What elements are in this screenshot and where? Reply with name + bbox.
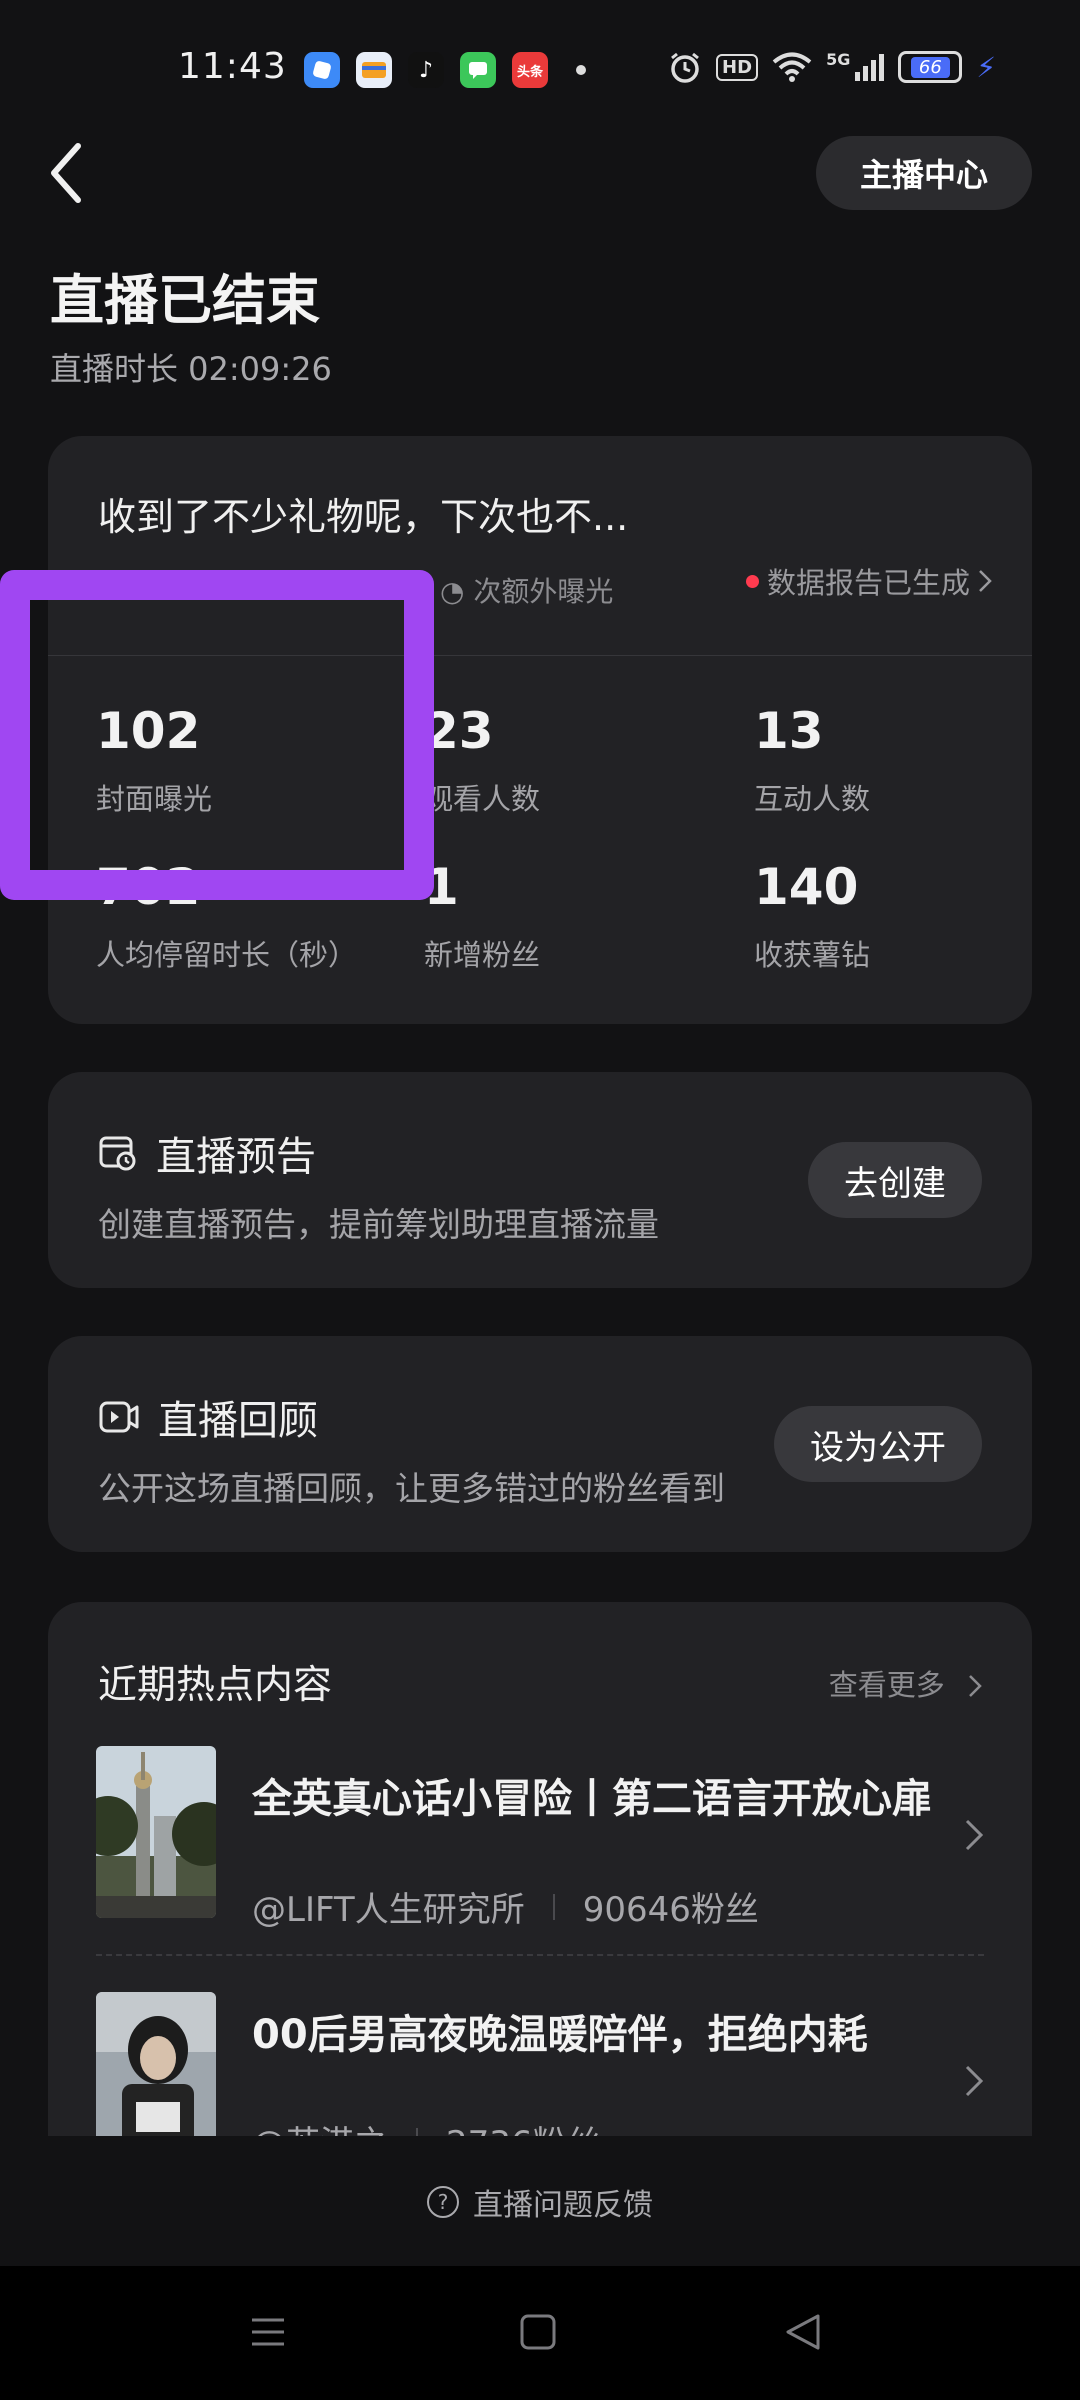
create-preview-button[interactable]: 去创建 <box>808 1142 982 1218</box>
item-author: @苏港之 <box>252 2116 388 2136</box>
stat-label: 人均停留时长（秒） <box>96 938 358 972</box>
item-thumbnail <box>96 1746 216 1918</box>
view-more-label: 查看更多 <box>828 1668 945 1702</box>
preview-title-label: 直播预告 <box>156 1134 316 1180</box>
status-time: 11:43 <box>178 46 287 87</box>
stat-label: 互动人数 <box>754 782 871 816</box>
flame-icon: ◔ <box>440 575 465 608</box>
view-more-link[interactable]: 查看更多 <box>829 1662 982 1704</box>
stat-new-fans: 1 新增粉丝 <box>424 858 540 974</box>
stats-sub-label: 次额外曝光 <box>473 575 614 608</box>
item-thumbnail <box>96 1992 216 2136</box>
tiktok-glyph: ♪ <box>418 57 434 83</box>
system-indicators: HD 5G 66 ⚡ <box>668 50 996 84</box>
live-replay-card: 直播回顾 公开这场直播回顾，让更多错过的粉丝看到 设为公开 <box>48 1336 1032 1552</box>
signal-icon <box>855 54 885 81</box>
home-icon[interactable] <box>518 2312 558 2352</box>
system-navigation-bar <box>0 2266 1080 2400</box>
meta-divider <box>416 2127 418 2136</box>
toutiao-glyph: 头条 <box>516 64 543 80</box>
hd-badge: HD <box>716 53 759 81</box>
preview-title: 直播预告 <box>98 1124 316 1182</box>
alarm-icon <box>671 52 699 83</box>
item-meta: @LIFT人生研究所 90646粉丝 <box>252 1882 759 1931</box>
item-title: 00后男高夜晚温暖陪伴，拒绝内耗 <box>252 2012 868 2058</box>
meta-divider <box>552 1893 555 1920</box>
stat-viewers: 23 观看人数 <box>424 702 540 818</box>
item-fans: 90646粉丝 <box>582 1890 759 1930</box>
data-report-link[interactable]: 数据报告已生成 <box>745 560 992 602</box>
wifi-icon <box>772 52 812 82</box>
charging-icon: ⚡ <box>976 50 996 84</box>
replay-title: 直播回顾 <box>98 1388 318 1446</box>
question-icon: ? <box>427 2186 459 2218</box>
chevron-right-icon <box>979 570 992 592</box>
item-meta: @苏港之 2736粉丝 <box>252 2116 601 2136</box>
battery-level: 66 <box>910 56 950 78</box>
preview-description: 创建直播预告，提前筹划助理直播流量 <box>98 1205 659 1244</box>
replay-description: 公开这场直播回顾，让更多错过的粉丝看到 <box>98 1469 725 1508</box>
live-feedback-link[interactable]: ? 直播问题反馈 <box>0 2180 1080 2224</box>
stat-value: 13 <box>754 702 824 760</box>
menu-icon[interactable] <box>248 2312 288 2352</box>
live-preview-card: 直播预告 创建直播预告，提前筹划助理直播流量 去创建 <box>48 1072 1032 1288</box>
highlight-annotation-box <box>0 570 434 900</box>
feedback-label: 直播问题反馈 <box>473 2188 653 2223</box>
live-duration: 直播时长 02:09:26 <box>50 350 332 388</box>
status-bar: 11:43 ♪ 头条 HD 5G 66 ⚡ <box>0 0 1080 140</box>
stat-label: 新增粉丝 <box>424 938 541 972</box>
back-triangle-icon[interactable] <box>782 2312 822 2352</box>
calendar-clock-icon <box>99 1136 136 1171</box>
back-arrow-icon <box>51 143 81 203</box>
stat-value: 140 <box>754 858 859 916</box>
stat-label: 收获薯钻 <box>754 938 871 972</box>
hot-content-card: 近期热点内容 查看更多 全英真心话小冒险丨第二语言开放心扉 @LIFT人生研究所… <box>48 1602 1032 2136</box>
messages-app-icon <box>460 52 496 88</box>
browser-app-icon <box>304 52 340 88</box>
host-center-button[interactable]: 主播中心 <box>816 136 1032 210</box>
stat-value: 1 <box>424 858 459 916</box>
item-fans: 2736粉丝 <box>446 2116 601 2136</box>
stats-message: 收到了不少礼物呢，下次也不... <box>98 495 629 539</box>
stat-label: 观看人数 <box>424 782 541 816</box>
report-link-label: 数据报告已生成 <box>766 566 970 600</box>
set-public-button[interactable]: 设为公开 <box>774 1406 982 1482</box>
hot-content-item[interactable]: 00后男高夜晚温暖陪伴，拒绝内耗 @苏港之 2736粉丝 <box>96 1992 984 2136</box>
tiktok-app-icon: ♪ <box>408 52 444 88</box>
notification-app-icons: ♪ 头条 <box>304 52 586 88</box>
hot-content-item[interactable]: 全英真心话小冒险丨第二语言开放心扉 @LIFT人生研究所 90646粉丝 <box>96 1746 984 1930</box>
item-author: @LIFT人生研究所 <box>252 1890 525 1930</box>
wallet-app-icon <box>356 52 392 88</box>
more-notifications-dot <box>576 65 586 75</box>
stat-value: 23 <box>424 702 494 760</box>
page-title: 直播已结束 <box>50 269 320 332</box>
chevron-right-icon <box>969 1675 982 1697</box>
item-divider <box>96 1954 984 1956</box>
chevron-right-icon <box>965 1819 984 1851</box>
back-button[interactable] <box>46 138 106 208</box>
stat-interactions: 13 互动人数 <box>754 702 870 818</box>
new-report-dot <box>745 574 759 588</box>
item-title: 全英真心话小冒险丨第二语言开放心扉 <box>252 1776 932 1822</box>
chevron-right-icon <box>965 2065 984 2097</box>
toutiao-app-icon: 头条 <box>512 52 548 88</box>
network-type: 5G <box>826 50 851 69</box>
video-replay-icon <box>99 1401 139 1433</box>
replay-title-label: 直播回顾 <box>158 1398 318 1444</box>
battery-icon: 66 <box>898 51 963 83</box>
stat-diamonds: 140 收获薯钻 <box>754 858 870 974</box>
hot-content-title: 近期热点内容 <box>98 1663 333 1708</box>
stats-sub-text: ◔ 次额外曝光 <box>440 570 613 610</box>
